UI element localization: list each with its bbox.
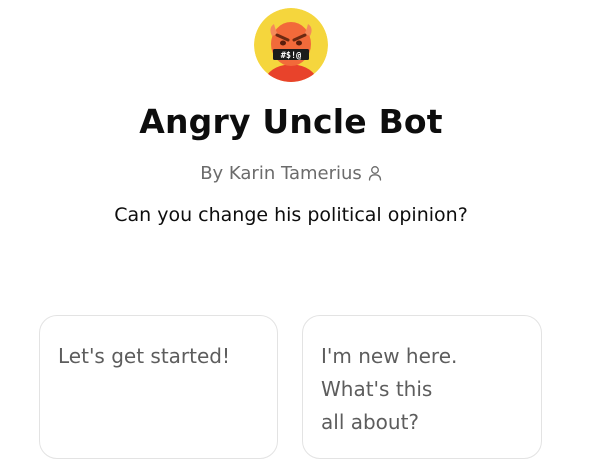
bot-avatar: #$!@ bbox=[254, 8, 328, 82]
starter-label: Let's get started! bbox=[58, 344, 231, 368]
person-icon bbox=[368, 166, 381, 181]
conversation-starter-button[interactable]: I'm new here. What's this all about? bbox=[302, 315, 542, 459]
author-name: By Karin Tamerius bbox=[200, 163, 362, 184]
bot-name: Angry Uncle Bot bbox=[139, 102, 443, 141]
starter-label: I'm new here. What's this all about? bbox=[321, 344, 458, 434]
bot-description: Can you change his political opinion? bbox=[114, 204, 468, 226]
gpt-profile-page: #$!@ Angry Uncle Bot By Karin Tamerius C… bbox=[0, 0, 589, 464]
conversation-starter-button[interactable]: Let's get started! bbox=[39, 315, 278, 459]
author-line: By Karin Tamerius bbox=[0, 163, 582, 184]
avatar-censor-text: #$!@ bbox=[281, 51, 301, 61]
